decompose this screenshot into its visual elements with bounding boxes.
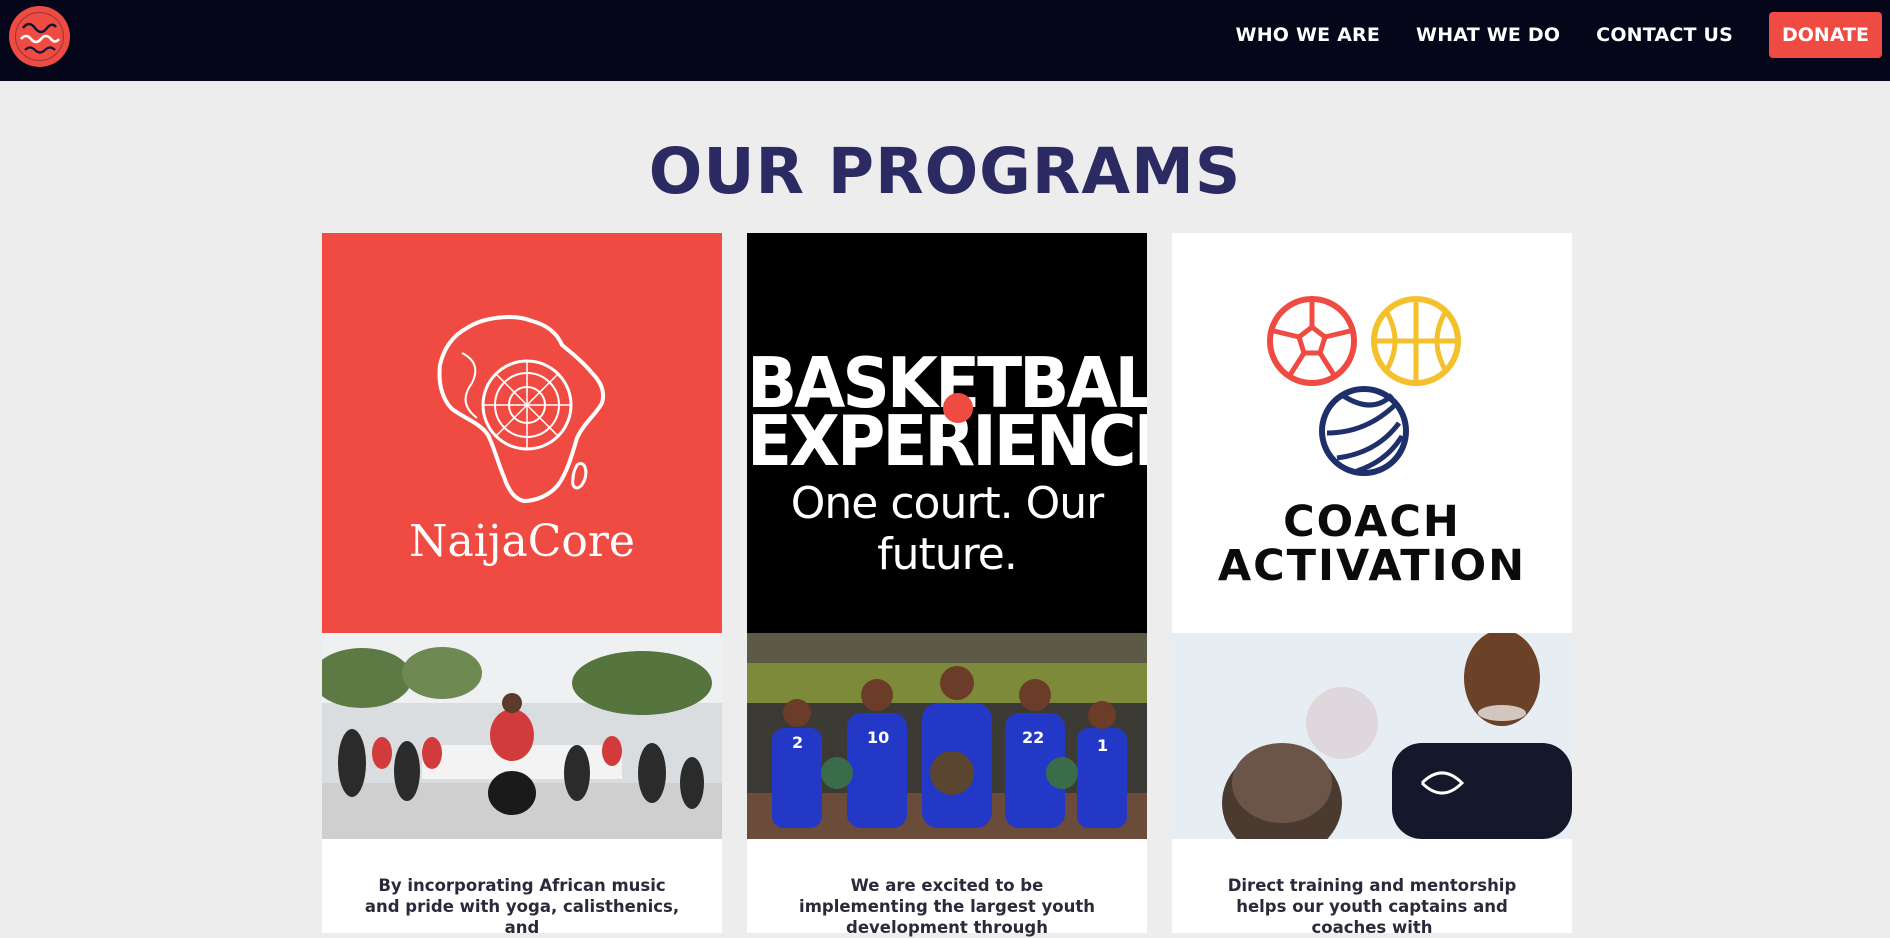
top-navigation-bar: WHO WE ARE WHAT WE DO CONTACT US DONATE (0, 0, 1890, 81)
basketball-experience-logo-panel: BASKETBALL EXPERIENCE One court. Our fut… (747, 233, 1147, 633)
nav-what-we-do[interactable]: WHAT WE DO (1416, 24, 1560, 46)
africa-map-icon (437, 315, 606, 504)
coach-activation-description: Direct training and mentorship helps our… (1227, 876, 1517, 937)
svg-text:2: 2 (792, 733, 803, 752)
nav-who-we-are[interactable]: WHO WE ARE (1236, 24, 1381, 46)
program-card-basketball-experience[interactable]: BASKETBALL EXPERIENCE One court. Our fut… (747, 233, 1147, 937)
page-title: OUR PROGRAMS (648, 135, 1242, 208)
svg-text:22: 22 (1022, 728, 1044, 747)
basketball-tagline: One court. Our future. (790, 478, 1105, 580)
naijacore-logo-panel: NaijaCore (322, 233, 722, 633)
soccer-ball-icon (1267, 296, 1357, 386)
svg-text:10: 10 (867, 728, 889, 747)
naijacore-logo-text: NaijaCore (409, 516, 635, 567)
coach-activation-line2: ACTIVATION (1217, 541, 1527, 591)
nav-contact-us[interactable]: CONTACT US (1596, 24, 1733, 46)
basketball-description: We are excited to be implementing the la… (799, 876, 1095, 937)
main-nav: WHO WE ARE WHAT WE DO CONTACT US DONATE (1236, 0, 1890, 70)
volleyball-icon (1319, 386, 1409, 476)
dream-sports-africa-logo[interactable] (9, 6, 70, 67)
svg-text:1: 1 (1097, 736, 1108, 755)
basketball-photo: 2 10 22 1 (747, 633, 1147, 839)
basketball-icon (1371, 296, 1461, 386)
coach-activation-logo-panel: COACH ACTIVATION (1172, 233, 1572, 633)
donate-button[interactable]: DONATE (1769, 12, 1882, 58)
coach-activation-line1: COACH (1283, 497, 1461, 547)
coach-activation-photo (1172, 633, 1572, 839)
program-card-naijacore[interactable]: NaijaCore By incorporating African music… (322, 233, 722, 937)
naijacore-description: By incorporating African music and pride… (364, 876, 680, 937)
program-card-coach-activation[interactable]: COACH ACTIVATION Direct training and men… (1172, 233, 1572, 937)
naijacore-photo (322, 633, 722, 839)
